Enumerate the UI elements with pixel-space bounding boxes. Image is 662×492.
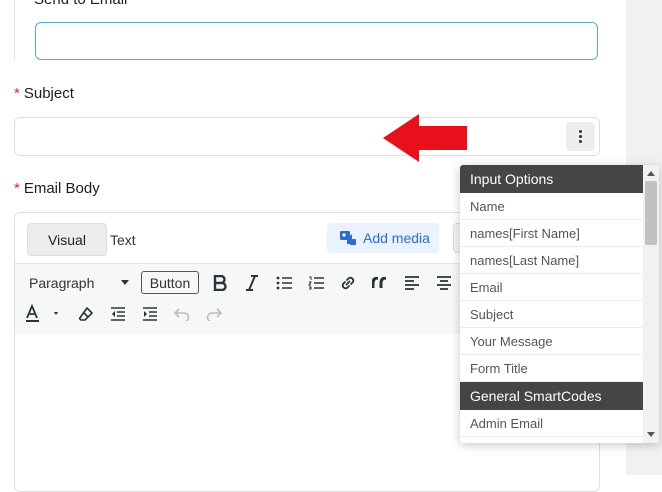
tab-visual[interactable]: Visual bbox=[27, 223, 107, 256]
chevron-down-icon bbox=[121, 280, 129, 285]
blockquote-icon[interactable] bbox=[369, 272, 391, 294]
bold-icon[interactable] bbox=[209, 272, 231, 294]
scrollbar-thumb[interactable] bbox=[645, 181, 657, 245]
required-mark: * bbox=[14, 85, 20, 102]
italic-icon[interactable] bbox=[241, 272, 263, 294]
subject-input[interactable] bbox=[14, 117, 600, 156]
format-select[interactable]: Paragraph bbox=[21, 271, 135, 295]
scroll-down-icon[interactable] bbox=[647, 432, 655, 437]
smartcode-dropdown: Input Options Name names[First Name] nam… bbox=[460, 165, 659, 443]
smartcode-list: Input Options Name names[First Name] nam… bbox=[460, 165, 643, 443]
outdent-icon[interactable] bbox=[107, 303, 129, 325]
text-color-icon[interactable] bbox=[23, 303, 63, 325]
email-body-label-text: Email Body bbox=[23, 180, 100, 197]
add-media-label: Add media bbox=[363, 230, 430, 246]
group-header-input-options: Input Options bbox=[460, 165, 643, 193]
add-media-button[interactable]: Add media bbox=[327, 223, 439, 253]
smartcode-menu-button[interactable] bbox=[566, 122, 595, 151]
email-body-label: * Email Body bbox=[14, 180, 100, 197]
list-item[interactable]: Form Title bbox=[460, 355, 643, 382]
kebab-dot bbox=[579, 135, 582, 138]
list-item[interactable]: names[Last Name] bbox=[460, 247, 643, 274]
redo-icon[interactable] bbox=[203, 303, 225, 325]
tab-text[interactable]: Text bbox=[110, 232, 136, 248]
send-to-email-label: Send to Email bbox=[34, 0, 127, 8]
align-left-icon[interactable] bbox=[401, 272, 423, 294]
kebab-dot bbox=[579, 140, 582, 143]
undo-icon[interactable] bbox=[171, 303, 193, 325]
group-header-general-smartcodes: General SmartCodes bbox=[460, 382, 643, 410]
link-icon[interactable] bbox=[337, 272, 359, 294]
list-item[interactable]: names[First Name] bbox=[460, 220, 643, 247]
indent-icon[interactable] bbox=[139, 303, 161, 325]
bullet-list-icon[interactable] bbox=[273, 272, 295, 294]
format-select-value: Paragraph bbox=[29, 275, 95, 291]
list-item[interactable]: Name bbox=[460, 193, 643, 220]
list-item[interactable]: Your Message bbox=[460, 328, 643, 355]
list-item[interactable]: Subject bbox=[460, 301, 643, 328]
insert-button-button[interactable]: Button bbox=[141, 271, 199, 294]
kebab-dot bbox=[579, 130, 582, 133]
annotation-arrow bbox=[383, 114, 467, 162]
required-mark: * bbox=[14, 180, 20, 197]
subject-label: * Subject bbox=[14, 85, 74, 102]
send-to-email-input[interactable] bbox=[35, 22, 598, 60]
align-center-icon[interactable] bbox=[433, 272, 455, 294]
list-item[interactable]: Admin Email bbox=[460, 410, 643, 437]
clear-formatting-icon[interactable] bbox=[75, 303, 97, 325]
section-divider bbox=[14, 0, 15, 60]
numbered-list-icon[interactable] bbox=[305, 272, 327, 294]
dropdown-scrollbar[interactable] bbox=[643, 165, 659, 443]
scroll-up-icon[interactable] bbox=[647, 171, 655, 176]
subject-label-text: Subject bbox=[23, 85, 74, 102]
add-media-icon bbox=[340, 231, 356, 245]
list-item[interactable]: Email bbox=[460, 274, 643, 301]
